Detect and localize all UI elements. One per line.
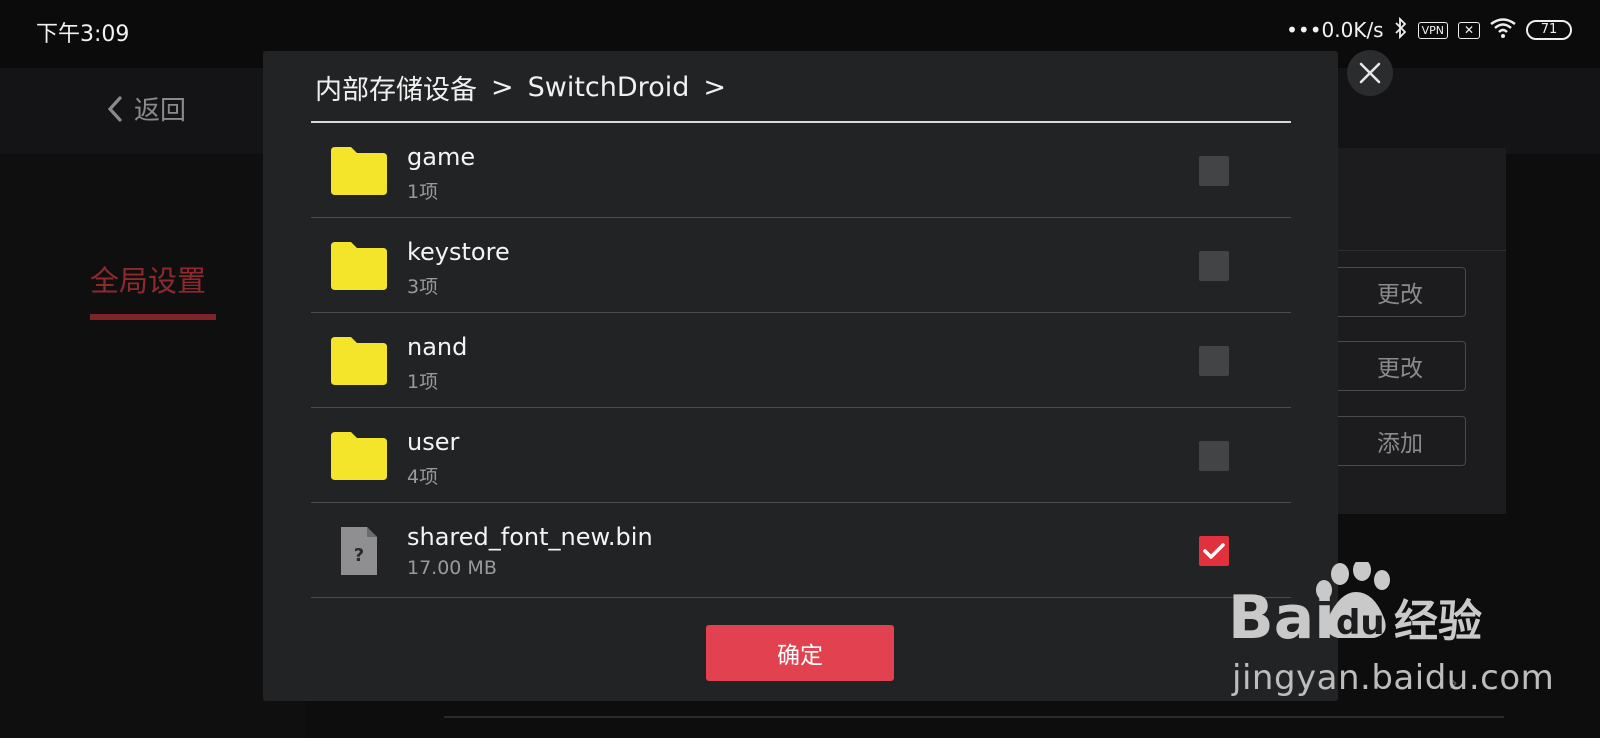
- sidebar-item-global-settings[interactable]: 全局设置: [90, 258, 206, 300]
- no-sim-icon: ✕: [1458, 21, 1480, 39]
- active-tab-indicator: [90, 314, 216, 320]
- item-meta: 4项: [407, 466, 439, 488]
- watermark-url: jingyan.baidu.com: [1232, 658, 1555, 698]
- item-name: shared_font_new.bin: [407, 523, 653, 551]
- list-item-keystore[interactable]: keystore 3项: [311, 218, 1291, 313]
- wifi-icon: [1490, 17, 1516, 43]
- list-item-game[interactable]: game 1项: [311, 123, 1291, 218]
- sidebar: 全局设置: [0, 154, 306, 738]
- svg-text:?: ?: [354, 545, 364, 566]
- item-name: game: [407, 143, 476, 171]
- change-button-1[interactable]: 更改: [1334, 267, 1466, 317]
- breadcrumb: 内部存储设备 > SwitchDroid >: [315, 67, 726, 107]
- item-checkbox-checked[interactable]: [1199, 536, 1229, 566]
- bluetooth-icon: [1394, 16, 1408, 44]
- breadcrumb-separator: >: [703, 71, 726, 103]
- list-item-user[interactable]: user 4项: [311, 408, 1291, 503]
- folder-icon: [331, 242, 387, 290]
- breadcrumb-root[interactable]: 内部存储设备: [315, 68, 477, 107]
- item-name: keystore: [407, 238, 510, 266]
- change-button-2[interactable]: 更改: [1334, 341, 1466, 391]
- list-item-shared-font[interactable]: ? shared_font_new.bin 17.00 MB: [311, 503, 1291, 598]
- status-time: 下午3:09: [36, 22, 130, 47]
- baidu-jingyan-watermark: Bai du 经验 jingyan.baidu.com: [1228, 562, 1568, 712]
- item-meta: 1项: [407, 371, 439, 393]
- folder-icon: [331, 432, 387, 480]
- svg-text:经验: 经验: [1394, 596, 1482, 647]
- file-picker-dialog: 内部存储设备 > SwitchDroid > game 1项 keystore …: [263, 51, 1338, 701]
- chevron-left-icon: [107, 95, 122, 122]
- item-meta: 3项: [407, 276, 439, 298]
- item-checkbox[interactable]: [1199, 251, 1229, 281]
- battery-icon: 71: [1526, 20, 1572, 40]
- item-checkbox[interactable]: [1199, 441, 1229, 471]
- item-meta: 1项: [407, 181, 439, 203]
- baidu-logo-icon: Bai du 经验: [1228, 562, 1482, 652]
- item-meta: 17.00 MB: [407, 557, 497, 579]
- back-button[interactable]: 返回: [104, 90, 186, 127]
- checkmark-icon: [1203, 543, 1225, 559]
- divider: [444, 716, 1504, 718]
- folder-icon: [331, 337, 387, 385]
- list-item-nand[interactable]: nand 1项: [311, 313, 1291, 408]
- svg-text:Bai: Bai: [1228, 583, 1335, 652]
- close-icon: [1359, 62, 1381, 84]
- vpn-icon: VPN: [1417, 21, 1448, 39]
- status-icons: •••0.0K/s VPN ✕ 71: [1286, 14, 1572, 46]
- svg-text:du: du: [1336, 603, 1385, 643]
- item-name: user: [407, 428, 460, 456]
- item-checkbox[interactable]: [1199, 346, 1229, 376]
- breadcrumb-folder[interactable]: SwitchDroid: [528, 72, 690, 103]
- unknown-file-icon: ?: [341, 527, 377, 575]
- close-button[interactable]: [1347, 50, 1393, 96]
- network-speed: •••0.0K/s: [1286, 18, 1384, 42]
- confirm-button[interactable]: 确定: [706, 625, 894, 681]
- breadcrumb-separator: >: [491, 71, 514, 103]
- folder-icon: [331, 147, 387, 195]
- add-button[interactable]: 添加: [1334, 416, 1466, 466]
- item-name: nand: [407, 333, 468, 361]
- item-checkbox[interactable]: [1199, 156, 1229, 186]
- back-label: 返回: [134, 96, 187, 126]
